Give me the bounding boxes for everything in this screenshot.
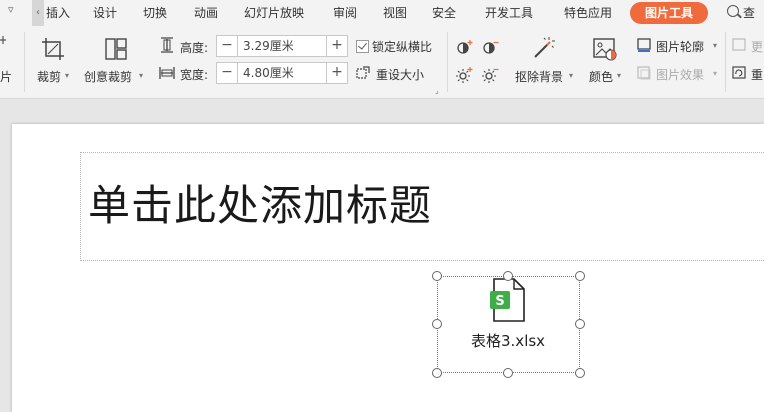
quick-access-dropdown[interactable]: ▿: [0, 0, 30, 26]
reset-picture-button[interactable]: 重: [751, 66, 763, 83]
more-icon: [732, 38, 746, 51]
partial-icon: [0, 36, 6, 44]
ribbon-separator: [447, 32, 448, 92]
height-increase-button[interactable]: +: [326, 36, 347, 56]
height-stepper[interactable]: − 3.29厘米 +: [216, 35, 348, 57]
tab-developer[interactable]: 开发工具: [485, 0, 533, 26]
resize-handle-top[interactable]: [503, 271, 513, 281]
object-filename: 表格3.xlsx: [471, 332, 546, 350]
ribbon-separator: [725, 32, 726, 92]
chevron-down-icon: ▿: [8, 3, 14, 16]
picture-outline-button[interactable]: 图片轮廓: [656, 38, 704, 55]
ribbon-partial-label: 片: [0, 70, 13, 84]
tab-review[interactable]: 审阅: [333, 0, 357, 26]
effects-dropdown-icon[interactable]: ▾: [713, 69, 717, 78]
remove-background-dropdown-icon: ▾: [569, 71, 574, 80]
crop-dropdown-icon: ▾: [65, 71, 70, 80]
width-label: 宽度:: [180, 68, 209, 82]
search-icon[interactable]: [727, 5, 739, 17]
width-stepper[interactable]: − 4.80厘米 +: [216, 62, 348, 84]
tab-animation[interactable]: 动画: [194, 0, 218, 26]
lock-ratio-label[interactable]: 锁定纵横比: [372, 38, 432, 55]
resize-handle-bottom[interactable]: [503, 368, 513, 378]
decrease-contrast-icon[interactable]: [482, 39, 500, 55]
height-label: 高度:: [180, 41, 209, 55]
width-value[interactable]: 4.80厘米: [243, 63, 294, 83]
resize-handle-top-left[interactable]: [432, 271, 442, 281]
width-icon: [159, 67, 175, 79]
resize-handle-bottom-left[interactable]: [432, 368, 442, 378]
width-decrease-button[interactable]: −: [217, 63, 238, 83]
tab-security[interactable]: 安全: [432, 0, 456, 26]
picture-outline-icon: [637, 38, 651, 52]
picture-color-icon: [593, 38, 617, 61]
ribbon: 片 裁剪 ▾ 创意裁剪 ▾ 高度: − 3.29厘米 + 宽度: − 4.80厘…: [0, 26, 764, 99]
height-value[interactable]: 3.29厘米: [243, 36, 294, 56]
size-dialog-launcher-icon[interactable]: ⌟: [435, 86, 439, 95]
reset-picture-icon: [732, 66, 746, 79]
creative-crop-icon: [105, 38, 127, 60]
picture-effects-button[interactable]: 图片效果: [656, 66, 704, 83]
lock-ratio-checkbox[interactable]: [356, 40, 369, 53]
excel-icon-letter: S: [495, 294, 504, 309]
resize-handle-left[interactable]: [432, 319, 442, 329]
tab-slideshow[interactable]: 幻灯片放映: [244, 0, 304, 26]
resize-handle-top-right[interactable]: [575, 271, 585, 281]
color-dropdown-icon: ▾: [617, 71, 622, 80]
tab-transition[interactable]: 切换: [143, 0, 167, 26]
ribbon-separator: [24, 32, 25, 92]
tab-picture-tools[interactable]: 图片工具: [630, 2, 708, 24]
picture-effects-icon: [637, 66, 651, 80]
menu-bar: ▿ ‹ 插入 设计 切换 动画 幻灯片放映 审阅 视图 安全 开发工具 特色应用…: [0, 0, 764, 46]
tab-design[interactable]: 设计: [93, 0, 117, 26]
resize-handle-bottom-right[interactable]: [575, 368, 585, 378]
excel-file-icon[interactable]: S: [488, 277, 528, 323]
search-label[interactable]: 查找: [743, 0, 764, 46]
height-icon: [161, 37, 173, 53]
color-label: 颜色: [589, 70, 614, 84]
width-increase-button[interactable]: +: [326, 63, 347, 83]
increase-brightness-icon[interactable]: [456, 66, 474, 84]
magic-wand-icon: [534, 37, 555, 58]
outline-dropdown-icon[interactable]: ▾: [713, 41, 717, 50]
decrease-brightness-icon[interactable]: [482, 66, 500, 84]
tab-insert[interactable]: 插入: [46, 0, 70, 26]
creative-crop-dropdown-icon: ▾: [139, 71, 144, 80]
remove-background-label: 抠除背景: [515, 70, 564, 84]
reset-size-label[interactable]: 重设大小: [376, 66, 424, 83]
height-decrease-button[interactable]: −: [217, 36, 238, 56]
tab-special-apps[interactable]: 特色应用: [564, 0, 612, 26]
crop-label: 裁剪: [37, 70, 62, 84]
tab-view[interactable]: 视图: [383, 0, 407, 26]
increase-contrast-icon[interactable]: [456, 39, 474, 55]
reset-size-icon: [356, 66, 370, 79]
resize-handle-right[interactable]: [575, 319, 585, 329]
more-button[interactable]: 更: [751, 38, 763, 55]
tab-scroll-left-button[interactable]: ‹: [32, 0, 44, 26]
crop-icon: [42, 38, 64, 60]
title-placeholder-text[interactable]: 单击此处添加标题: [88, 172, 432, 233]
creative-crop-label: 创意裁剪: [84, 70, 133, 84]
